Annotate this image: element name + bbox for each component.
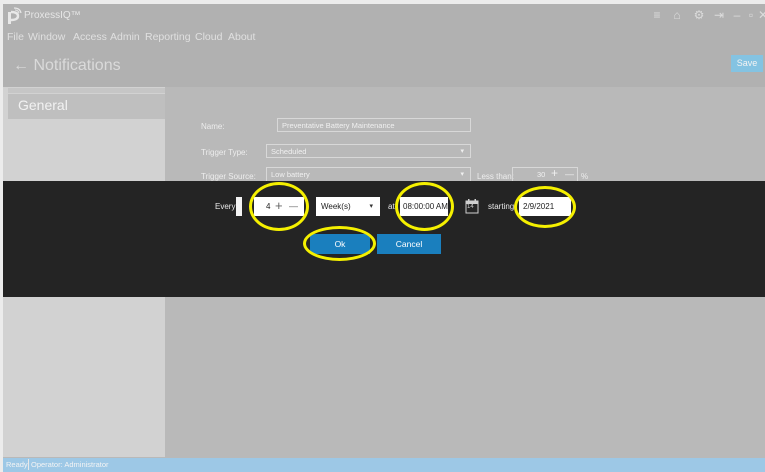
trigger-source-value: Low battery — [271, 170, 310, 179]
page-header: ← Notifications Save — [3, 47, 765, 87]
unit-value: Week(s) — [321, 202, 351, 211]
unit-select[interactable]: Week(s) ▾ — [316, 197, 380, 216]
less-than-label: Less than: — [477, 172, 514, 181]
sidebar-item-label: General — [18, 97, 68, 113]
chevron-down-icon: ▾ — [460, 171, 464, 178]
chevron-down-icon: ▾ — [460, 148, 464, 155]
menu-access[interactable]: Access — [73, 31, 107, 43]
save-button[interactable]: Save — [731, 55, 763, 72]
menu-file[interactable]: File — [7, 31, 24, 43]
menu-bar: File Window Access Admin Reporting Cloud… — [3, 29, 765, 47]
cancel-button[interactable]: Cancel — [377, 234, 441, 254]
percent-symbol: % — [581, 172, 589, 181]
back-navigation[interactable]: ← Notifications — [13, 57, 121, 75]
every-field-edge — [236, 197, 242, 216]
app-window: ProxessIQ™ ≡ ⌂ ⚙ ⇥ – ▫ ✕ File Window Acc… — [3, 4, 765, 472]
highlight-ring-date — [514, 186, 576, 228]
trigger-source-label: Trigger Source: — [201, 172, 256, 181]
highlight-ring-ok — [303, 226, 376, 261]
hamburger-menu-icon[interactable]: ≡ — [649, 8, 665, 22]
status-ready: Ready — [6, 460, 28, 469]
settings-gear-icon[interactable]: ⚙ — [691, 8, 707, 22]
increment-icon[interactable]: + — [551, 166, 558, 180]
name-label: Name: — [201, 122, 225, 131]
trigger-type-select[interactable]: Scheduled ▾ — [266, 144, 471, 158]
calendar-day: 14 — [467, 204, 474, 210]
home-icon[interactable]: ⌂ — [669, 8, 685, 22]
decrement-icon[interactable]: — — [565, 167, 574, 181]
highlight-ring-time — [395, 182, 454, 231]
highlight-ring-count — [249, 182, 309, 231]
chevron-down-icon: ▾ — [369, 203, 373, 210]
name-value: Preventative Battery Maintenance — [282, 121, 395, 130]
status-operator: Operator: Administrator — [31, 460, 109, 469]
menu-admin[interactable]: Admin — [110, 31, 140, 43]
close-icon[interactable]: ✕ — [755, 8, 765, 22]
trigger-type-value: Scheduled — [271, 147, 307, 156]
back-arrow-icon[interactable]: ← — [13, 57, 29, 74]
schedule-dialog: Every 4 + — Week(s) ▾ at 08:00:00 AM 14 … — [3, 181, 765, 297]
starting-label: starting — [488, 202, 515, 211]
title-bar: ProxessIQ™ ≡ ⌂ ⚙ ⇥ – ▫ ✕ — [3, 4, 765, 29]
status-bar: Ready Operator: Administrator — [3, 458, 765, 472]
menu-cloud[interactable]: Cloud — [195, 31, 222, 43]
menu-about[interactable]: About — [228, 31, 255, 43]
menu-window[interactable]: Window — [28, 31, 65, 43]
trigger-type-label: Trigger Type: — [201, 148, 248, 157]
every-label: Every — [215, 202, 236, 211]
sidebar-divider — [8, 88, 165, 93]
at-label: at — [388, 202, 395, 211]
less-than-value: 30 — [537, 170, 546, 179]
name-field[interactable]: Preventative Battery Maintenance — [277, 118, 471, 132]
app-logo-icon — [8, 7, 22, 24]
logout-icon[interactable]: ⇥ — [711, 8, 727, 22]
app-title: ProxessIQ™ — [24, 10, 81, 21]
status-divider — [28, 459, 29, 470]
less-than-stepper[interactable]: 30 + — — [512, 166, 578, 181]
trigger-source-select[interactable]: Low battery ▾ — [266, 167, 471, 181]
page-title: Notifications — [33, 57, 121, 74]
menu-reporting[interactable]: Reporting — [145, 31, 191, 43]
calendar-icon[interactable]: 14 — [465, 198, 479, 214]
sidebar-item-general[interactable]: General — [8, 94, 165, 119]
